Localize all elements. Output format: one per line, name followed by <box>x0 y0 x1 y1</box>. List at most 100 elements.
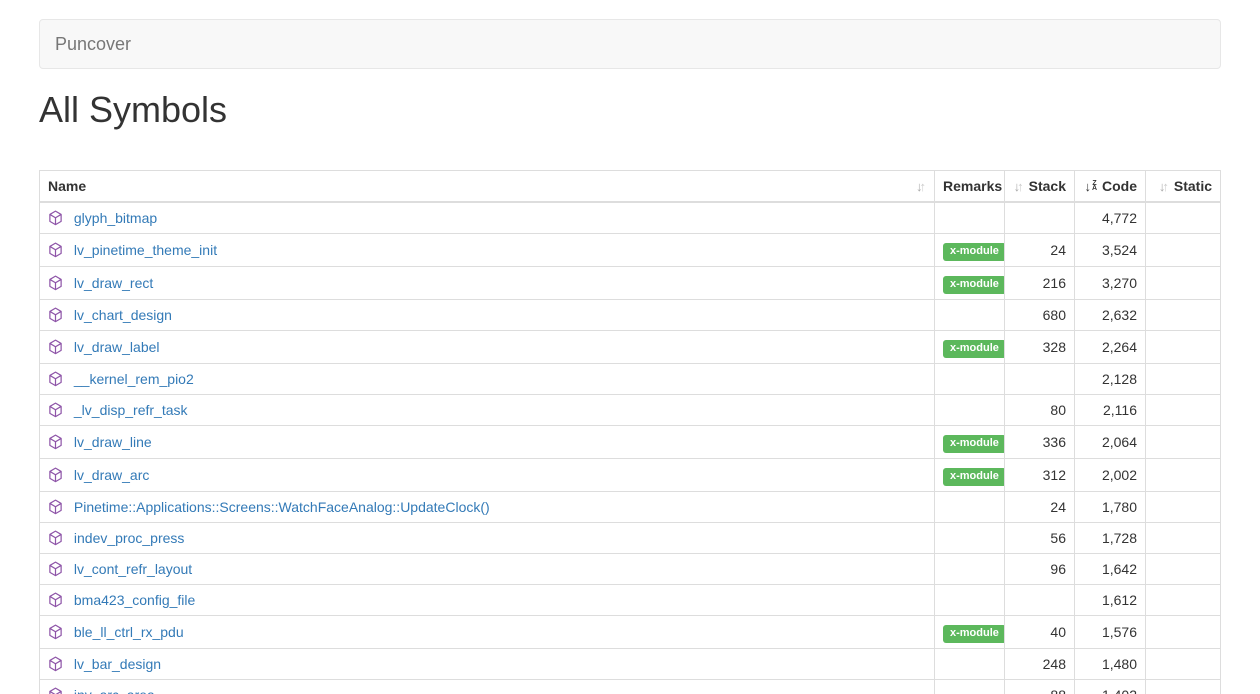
table-body: glyph_bitmap 4,772 lv_pinetime_theme_ini… <box>40 202 1221 694</box>
name-cell: lv_pinetime_theme_init <box>40 234 935 267</box>
table-row: bma423_config_file 1,612 <box>40 585 1221 616</box>
column-header-static[interactable]: ↓↑ Static <box>1146 171 1221 203</box>
stack-value <box>1005 585 1075 616</box>
stack-value: 56 <box>1005 523 1075 554</box>
symbol-link[interactable]: lv_draw_rect <box>74 275 153 291</box>
sort-desc-za-icon: ↓ZA <box>1084 180 1097 193</box>
table-row: __kernel_rem_pio2 2,128 <box>40 364 1221 395</box>
code-value: 1,780 <box>1075 492 1146 523</box>
navbar-brand[interactable]: Puncover <box>40 20 146 68</box>
symbol-link[interactable]: _lv_disp_refr_task <box>74 402 188 418</box>
code-value: 1,576 <box>1075 616 1146 649</box>
cube-icon <box>48 561 63 577</box>
stack-value: 328 <box>1005 331 1075 364</box>
remarks-cell <box>935 680 1005 694</box>
column-header-remarks[interactable]: Remarks <box>935 171 1005 203</box>
cube-icon <box>48 402 63 418</box>
x-module-badge: x-module <box>943 625 1005 643</box>
symbol-link[interactable]: lv_pinetime_theme_init <box>74 242 217 258</box>
table-row: inv_arc_area 88 1,402 <box>40 680 1221 694</box>
cube-icon <box>48 371 63 387</box>
page-title: All Symbols <box>39 90 1221 130</box>
symbol-link[interactable]: bma423_config_file <box>74 592 195 608</box>
table-row: Pinetime::Applications::Screens::WatchFa… <box>40 492 1221 523</box>
remarks-cell: x-module <box>935 459 1005 492</box>
static-value <box>1146 649 1221 680</box>
code-value: 2,116 <box>1075 395 1146 426</box>
symbol-link[interactable]: lv_draw_arc <box>74 467 149 483</box>
name-cell: inv_arc_area <box>40 680 935 694</box>
stack-value: 216 <box>1005 267 1075 300</box>
table-row: lv_draw_arc x-module 312 2,002 <box>40 459 1221 492</box>
symbol-link[interactable]: lv_draw_label <box>74 339 160 355</box>
cube-icon <box>48 592 63 608</box>
name-cell: lv_bar_design <box>40 649 935 680</box>
cube-icon <box>48 275 63 291</box>
name-cell: lv_chart_design <box>40 300 935 331</box>
table-row: lv_pinetime_theme_init x-module 24 3,524 <box>40 234 1221 267</box>
cube-icon <box>48 210 63 226</box>
column-header-code[interactable]: ↓ZA Code <box>1075 171 1146 203</box>
name-cell: glyph_bitmap <box>40 202 935 234</box>
static-value <box>1146 554 1221 585</box>
stack-value: 248 <box>1005 649 1075 680</box>
static-value <box>1146 300 1221 331</box>
symbol-link[interactable]: lv_bar_design <box>74 656 161 672</box>
remarks-cell: x-module <box>935 331 1005 364</box>
table-row: ble_ll_ctrl_rx_pdu x-module 40 1,576 <box>40 616 1221 649</box>
column-header-stack[interactable]: ↓↑ Stack <box>1005 171 1075 203</box>
name-cell: lv_draw_label <box>40 331 935 364</box>
remarks-cell: x-module <box>935 616 1005 649</box>
table-row: lv_draw_line x-module 336 2,064 <box>40 426 1221 459</box>
code-value: 1,402 <box>1075 680 1146 694</box>
symbol-link[interactable]: lv_cont_refr_layout <box>74 561 192 577</box>
remarks-cell <box>935 300 1005 331</box>
symbol-link[interactable]: ble_ll_ctrl_rx_pdu <box>74 624 184 640</box>
static-value <box>1146 234 1221 267</box>
symbol-link[interactable]: lv_chart_design <box>74 307 172 323</box>
stack-value: 40 <box>1005 616 1075 649</box>
symbol-link[interactable]: __kernel_rem_pio2 <box>74 371 194 387</box>
code-value: 4,772 <box>1075 202 1146 234</box>
x-module-badge: x-module <box>943 468 1005 486</box>
name-cell: lv_draw_rect <box>40 267 935 300</box>
static-value <box>1146 616 1221 649</box>
static-value <box>1146 585 1221 616</box>
remarks-cell <box>935 492 1005 523</box>
name-cell: ble_ll_ctrl_rx_pdu <box>40 616 935 649</box>
table-header-row: Name ↓↑ Remarks ↓↑ Stack ↓ZA Cod <box>40 171 1221 203</box>
static-value <box>1146 426 1221 459</box>
symbol-link[interactable]: Pinetime::Applications::Screens::WatchFa… <box>74 499 490 515</box>
symbol-link[interactable]: indev_proc_press <box>74 530 185 546</box>
cube-icon <box>48 339 63 355</box>
sort-icon-stack: ↓↑ <box>1014 180 1024 193</box>
name-cell: Pinetime::Applications::Screens::WatchFa… <box>40 492 935 523</box>
column-label-name: Name <box>48 176 86 196</box>
static-value <box>1146 395 1221 426</box>
name-cell: bma423_config_file <box>40 585 935 616</box>
remarks-cell <box>935 649 1005 680</box>
table-row: lv_bar_design 248 1,480 <box>40 649 1221 680</box>
table-row: lv_chart_design 680 2,632 <box>40 300 1221 331</box>
table-row: lv_draw_label x-module 328 2,264 <box>40 331 1221 364</box>
code-value: 3,524 <box>1075 234 1146 267</box>
name-cell: indev_proc_press <box>40 523 935 554</box>
table-row: glyph_bitmap 4,772 <box>40 202 1221 234</box>
stack-value: 336 <box>1005 426 1075 459</box>
symbol-link[interactable]: lv_draw_line <box>74 434 152 450</box>
remarks-cell <box>935 554 1005 585</box>
column-header-name[interactable]: Name ↓↑ <box>40 171 935 203</box>
code-value: 1,642 <box>1075 554 1146 585</box>
cube-icon <box>48 530 63 546</box>
remarks-cell <box>935 523 1005 554</box>
cube-icon <box>48 624 63 640</box>
symbol-link[interactable]: glyph_bitmap <box>74 210 157 226</box>
symbol-link[interactable]: inv_arc_area <box>74 687 155 694</box>
table-row: lv_cont_refr_layout 96 1,642 <box>40 554 1221 585</box>
stack-value <box>1005 202 1075 234</box>
remarks-cell <box>935 364 1005 395</box>
static-value <box>1146 267 1221 300</box>
static-value <box>1146 492 1221 523</box>
stack-value: 24 <box>1005 234 1075 267</box>
code-value: 1,612 <box>1075 585 1146 616</box>
